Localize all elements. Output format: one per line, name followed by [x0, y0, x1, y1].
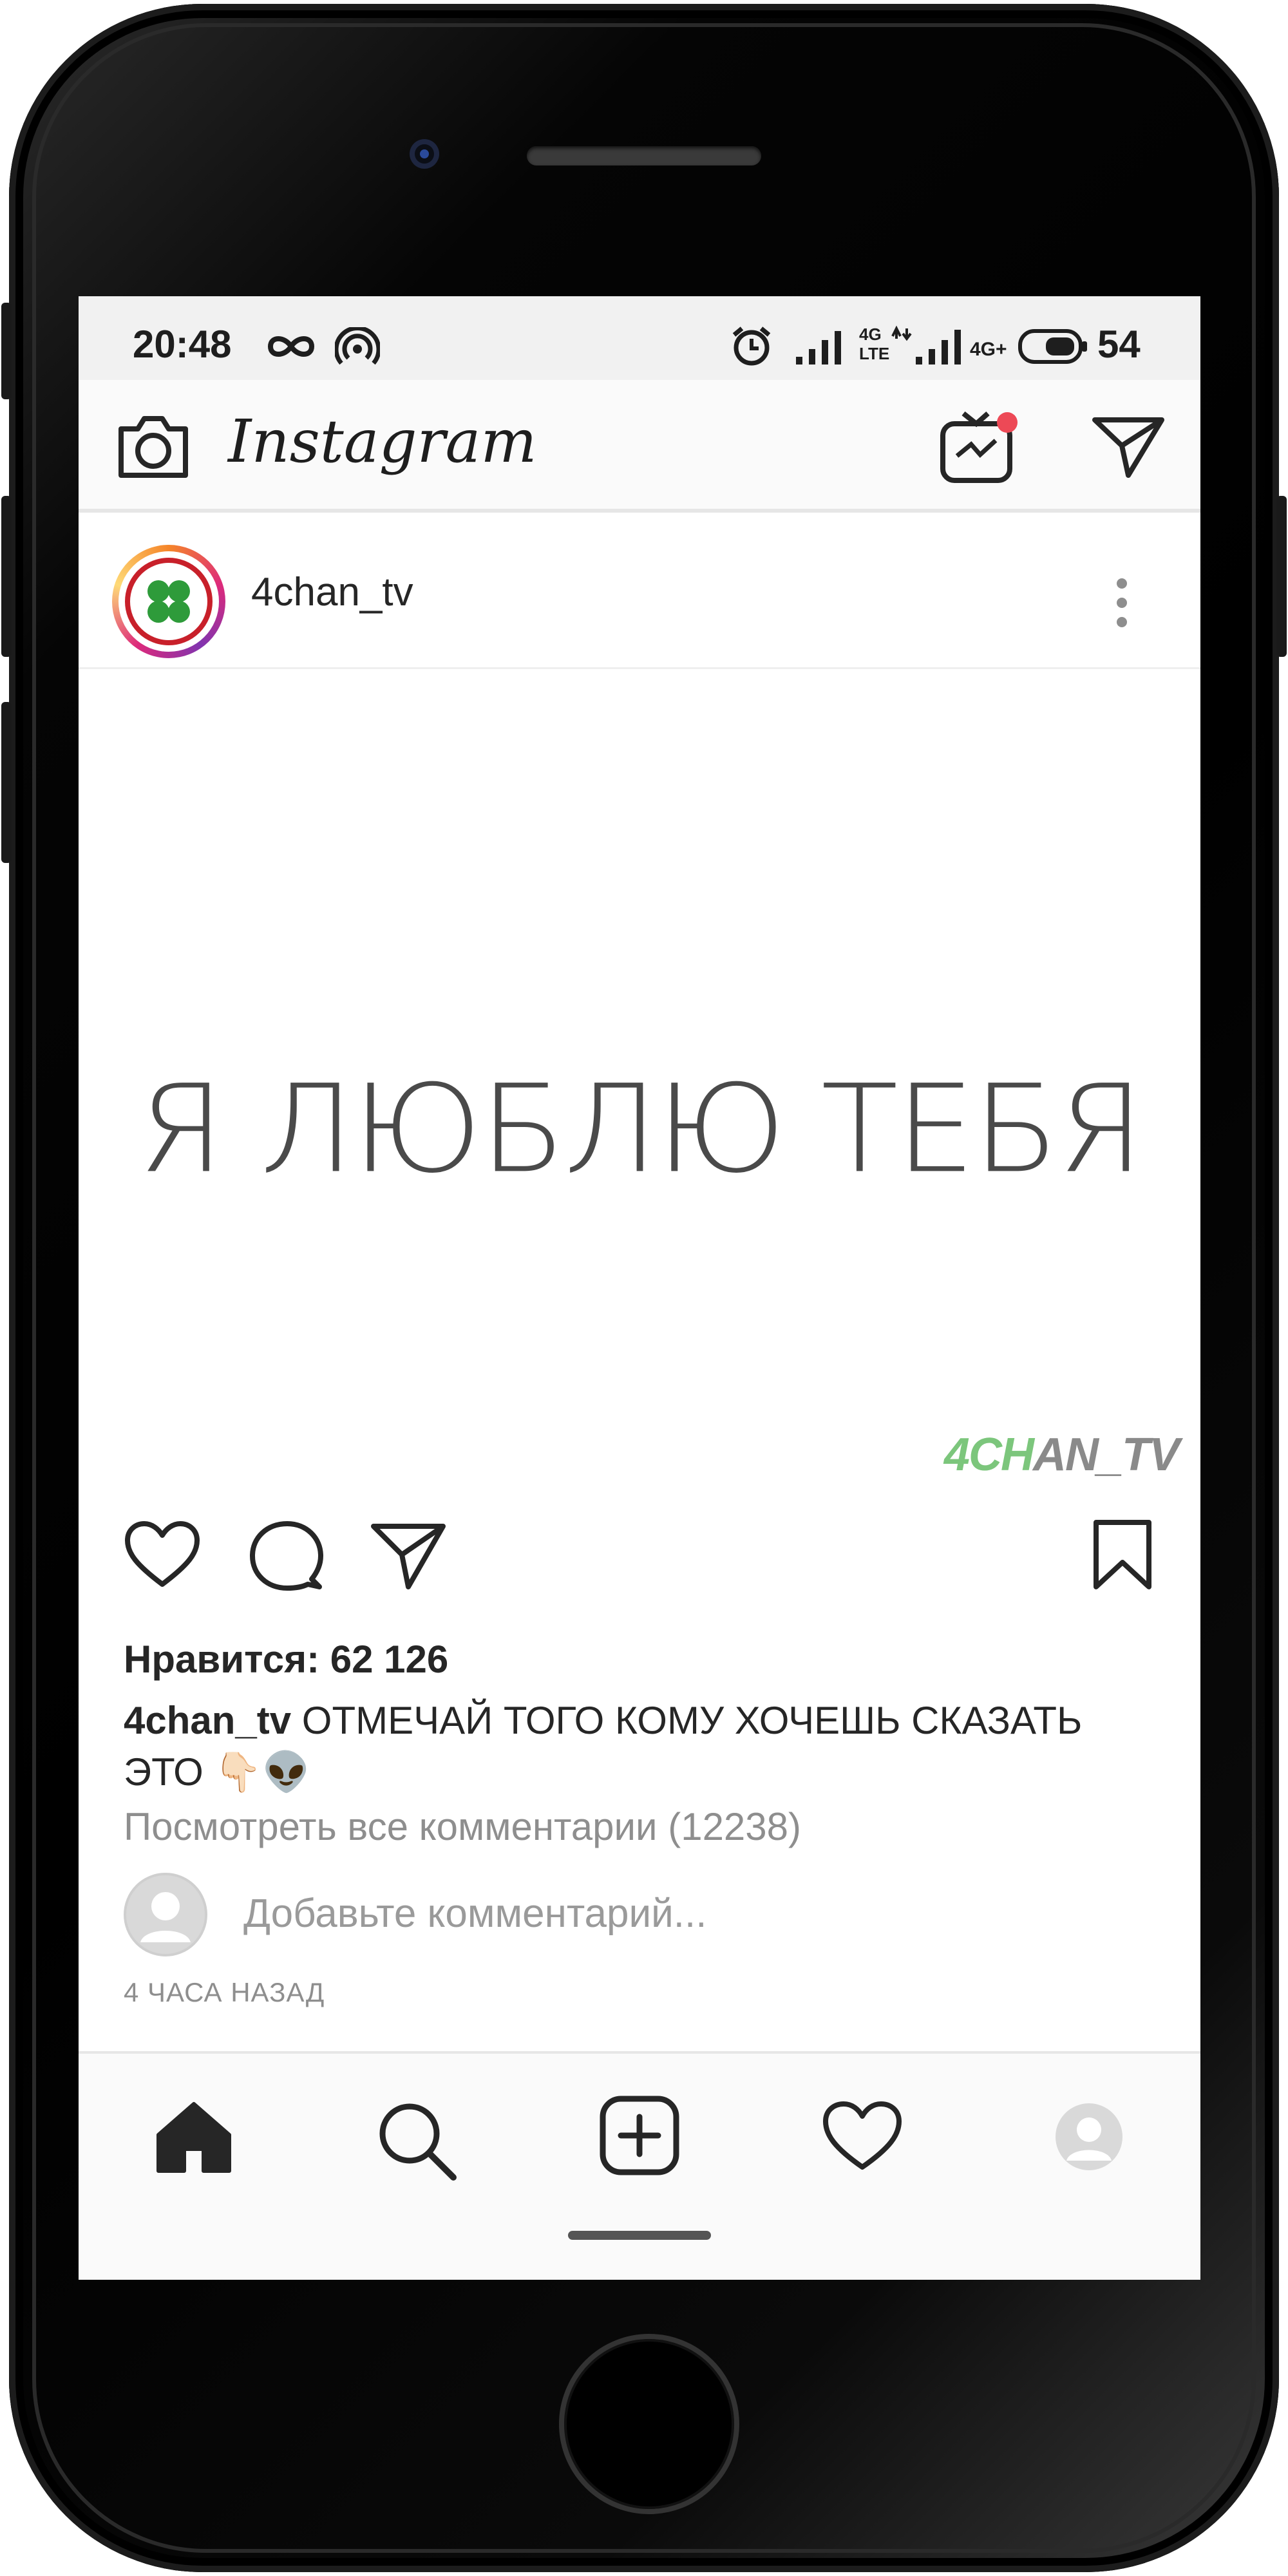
- add-comment-row[interactable]: Добавьте комментарий...: [124, 1873, 1154, 1956]
- caption-username[interactable]: 4chan_tv: [124, 1699, 291, 1742]
- default-avatar-icon: [140, 1892, 191, 1942]
- infinity-icon: [267, 336, 315, 357]
- signal-icon-2: [891, 325, 961, 365]
- story-avatar[interactable]: [112, 545, 225, 658]
- network-type-4g: 4G: [859, 325, 882, 344]
- profile-avatar-icon[interactable]: [1054, 2101, 1124, 2172]
- comment-bubble-icon[interactable]: [247, 1520, 325, 1591]
- view-all-comments-link[interactable]: Посмотреть все комментарии (12238): [124, 1804, 801, 1849]
- post-caption: 4chan_tv ОТМЕЧАЙ ТОГО КОМУ ХОЧЕШЬ СКАЗАТ…: [124, 1695, 1167, 1798]
- battery-icon: [1018, 329, 1087, 364]
- share-paper-plane-icon[interactable]: [370, 1520, 447, 1591]
- clover-icon: [147, 580, 190, 623]
- post-username[interactable]: 4chan_tv: [251, 569, 413, 615]
- watermark: 4CHAN_TV: [943, 1428, 1180, 1481]
- caption-emoji: 👇🏻👽: [214, 1750, 310, 1794]
- post-timestamp: 4 ЧАСА НАЗАД: [124, 1977, 325, 2007]
- side-button-left-2: [1, 496, 12, 657]
- post-header: 4chan_tv: [79, 513, 1200, 669]
- side-button-left-3: [1, 702, 12, 863]
- network-type-lte: LTE: [859, 344, 890, 363]
- camera-icon[interactable]: [115, 413, 192, 480]
- avatar-inner: [118, 551, 219, 652]
- battery-level: 54: [1097, 323, 1141, 366]
- igtv-icon[interactable]: [938, 408, 1028, 486]
- four-leaf-clover-logo: [125, 558, 213, 645]
- post-image[interactable]: Я ЛЮБЛЮ ТЕБЯ 4CHAN_TV: [79, 670, 1200, 1501]
- post-image-text: Я ЛЮБЛЮ ТЕБЯ: [137, 1059, 1144, 1200]
- activity-heart-icon[interactable]: [822, 2100, 903, 2172]
- like-heart-icon[interactable]: [124, 1520, 201, 1591]
- signal-icon-1: [796, 331, 841, 365]
- likes-count[interactable]: Нравится: 62 126: [124, 1637, 448, 1681]
- home-indicator[interactable]: [568, 2231, 711, 2240]
- earpiece-speaker: [527, 146, 761, 166]
- more-options-icon[interactable]: [1103, 571, 1141, 635]
- watermark-green-part: 4CH: [943, 1429, 1034, 1481]
- app-logo: Instagram: [228, 407, 537, 476]
- screen: 20:48 4G LTE 4G+ 54 Instagram 4chan_tv Я…: [79, 296, 1200, 2280]
- notification-dot: [997, 412, 1018, 433]
- add-post-icon[interactable]: [599, 2095, 680, 2176]
- direct-message-icon[interactable]: [1090, 413, 1167, 480]
- bookmark-icon[interactable]: [1087, 1519, 1158, 1591]
- status-bar: 20:48 4G LTE 4G+ 54: [79, 296, 1200, 380]
- post-actions: [79, 1520, 1200, 1610]
- side-button-left-1: [1, 303, 12, 399]
- hotspot-icon: [335, 327, 380, 365]
- front-camera: [410, 139, 439, 169]
- watermark-gray-part: AN_TV: [1032, 1429, 1180, 1481]
- add-comment-input[interactable]: Добавьте комментарий...: [243, 1891, 706, 1937]
- top-navigation-bar: Instagram: [79, 380, 1200, 513]
- current-user-avatar: [124, 1873, 207, 1956]
- home-icon[interactable]: [152, 2099, 236, 2176]
- home-hardware-button[interactable]: [559, 2334, 739, 2514]
- network-type-4g-plus: 4G+: [970, 339, 1007, 360]
- bottom-navigation-bar: [79, 2051, 1200, 2280]
- search-icon[interactable]: [375, 2099, 459, 2183]
- status-time: 20:48: [133, 323, 232, 366]
- alarm-icon: [732, 327, 771, 366]
- side-button-right: [1276, 496, 1287, 657]
